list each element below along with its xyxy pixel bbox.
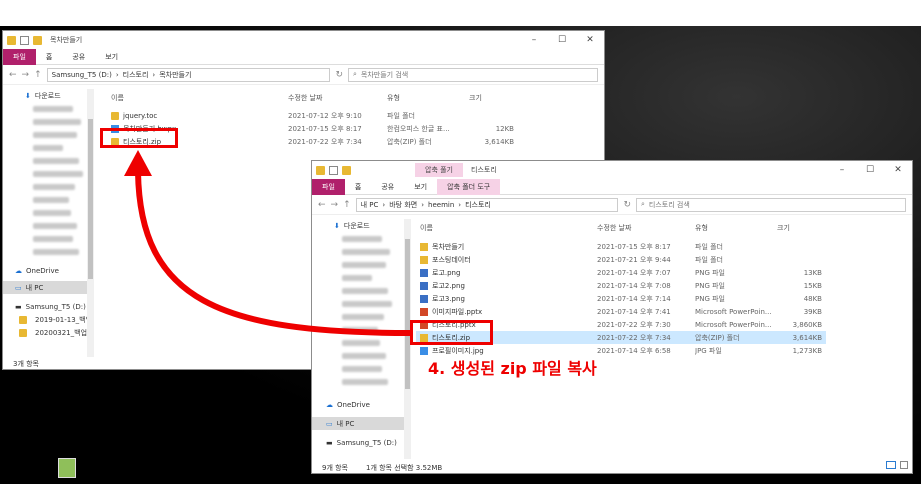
red-arrow [124,150,411,336]
annotation-text: 4. 생성된 zip 파일 복사 [428,359,597,378]
arrow-head [124,150,152,176]
arrow-path [135,171,411,336]
desktop-file-icon[interactable] [58,458,76,478]
